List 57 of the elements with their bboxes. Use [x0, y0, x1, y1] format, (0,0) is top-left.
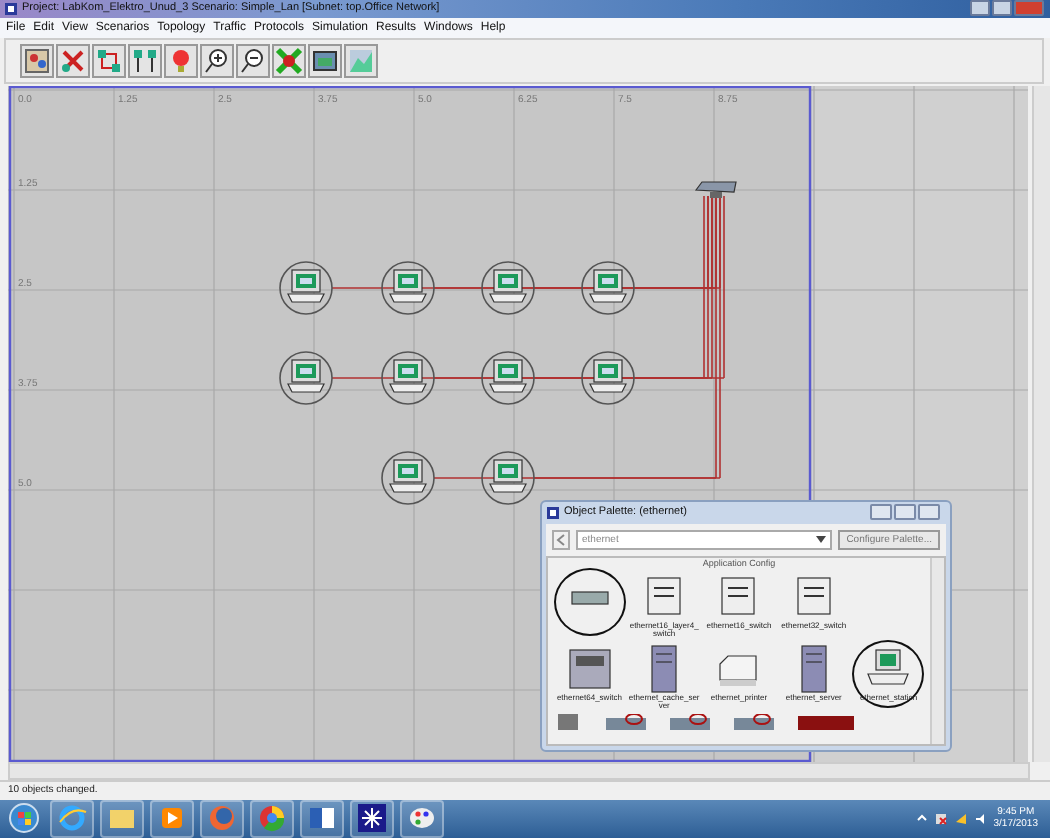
zoom-in-icon	[202, 45, 232, 76]
palette-button[interactable]	[20, 43, 54, 78]
vertical-scrollbar[interactable]	[1032, 85, 1050, 762]
splash-button[interactable]	[272, 43, 306, 78]
switch-node[interactable]	[694, 181, 737, 198]
workstation-node[interactable]	[581, 261, 635, 315]
workstation-node[interactable]	[279, 261, 333, 315]
chevron-icon[interactable]	[915, 812, 928, 825]
maximize-button[interactable]	[992, 0, 1012, 17]
taskbar-button[interactable]	[350, 799, 394, 838]
caret-icon	[816, 535, 827, 544]
workstation-node[interactable]	[481, 261, 535, 315]
star-icon	[356, 802, 388, 835]
app-icon	[546, 505, 560, 520]
device-icon[interactable]	[798, 714, 854, 731]
window-icon	[310, 45, 340, 76]
workstation-node[interactable]	[581, 351, 635, 405]
switch-icon[interactable]	[563, 643, 616, 694]
nodes-icon	[130, 45, 160, 76]
globe-icon	[206, 802, 238, 835]
splash-icon	[274, 45, 304, 76]
vertical-scrollbar[interactable]	[930, 557, 944, 744]
workstation-node[interactable]	[381, 351, 435, 405]
workstation-node[interactable]	[481, 351, 535, 405]
nodes-button[interactable]	[92, 43, 126, 78]
cross-button[interactable]	[56, 43, 90, 78]
device-icon[interactable]	[606, 714, 646, 731]
start-button[interactable]	[4, 801, 44, 836]
zoom-out-button[interactable]	[236, 43, 270, 78]
workstation-node[interactable]	[481, 451, 535, 505]
workstation-node[interactable]	[279, 351, 333, 405]
minimize-button[interactable]	[870, 504, 892, 521]
nodes-button[interactable]	[128, 43, 162, 78]
cross-icon	[58, 45, 88, 76]
window-button[interactable]	[308, 43, 342, 78]
minimize-button[interactable]	[970, 0, 990, 17]
zoom-out-icon	[238, 45, 268, 76]
device-icon[interactable]	[734, 714, 774, 731]
device-icon[interactable]	[670, 714, 710, 731]
maximize-button[interactable]	[894, 504, 916, 521]
bulb-button[interactable]	[164, 43, 198, 78]
browser-icon	[56, 802, 88, 835]
signal-icon[interactable]	[953, 811, 968, 826]
speaker-icon[interactable]	[973, 811, 988, 826]
workstation-node[interactable]	[381, 261, 435, 315]
zoom-in-button[interactable]	[200, 43, 234, 78]
nodes-icon	[94, 45, 124, 76]
flag-icon[interactable]	[933, 811, 948, 826]
windows-icon	[8, 802, 40, 835]
workstation-node[interactable]	[381, 451, 435, 505]
chart-icon	[346, 45, 376, 76]
close-button[interactable]	[918, 504, 940, 521]
wheel-icon	[256, 802, 288, 835]
back-button[interactable]	[552, 529, 570, 550]
taskbar-button[interactable]	[300, 799, 344, 838]
palette-icon	[22, 45, 52, 76]
device-icon[interactable]	[554, 714, 582, 731]
